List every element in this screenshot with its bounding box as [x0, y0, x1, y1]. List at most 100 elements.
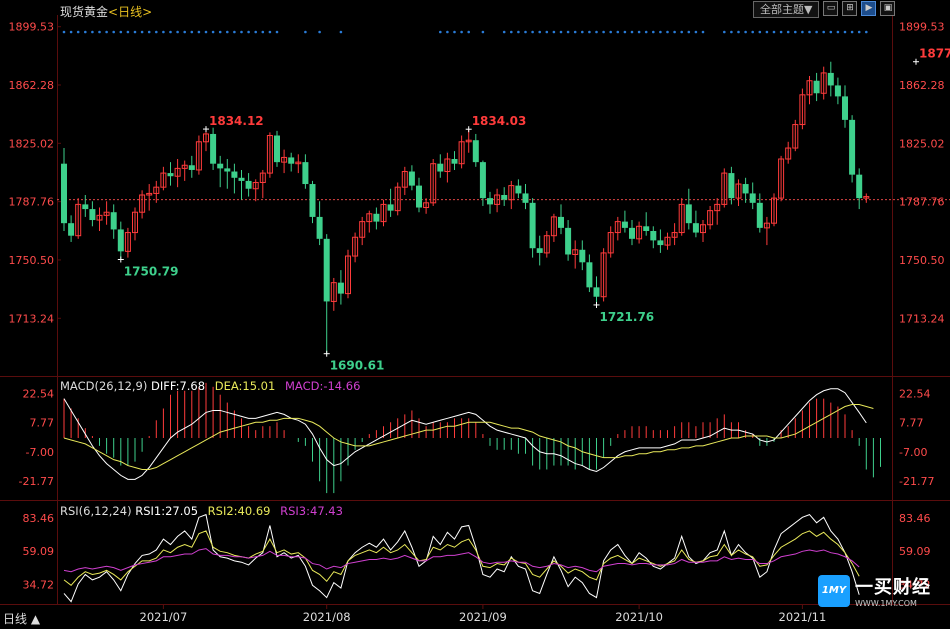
- signal-dot: [744, 30, 747, 34]
- signal-dot: [794, 30, 797, 34]
- candle-body-down: [522, 193, 529, 203]
- signal-dot: [254, 30, 257, 34]
- signal-dot: [339, 30, 343, 34]
- candle-body-down: [288, 157, 295, 164]
- signal-dot: [318, 30, 321, 34]
- rsi-legend: RSI(6,12,24) RSI1:27.05 RSI2:40.69 RSI3:…: [60, 504, 343, 518]
- macd-legend: MACD(26,12,9) DIFF:7.68 DEA:15.01 MACD:-…: [60, 379, 360, 393]
- signal-dot: [566, 30, 570, 34]
- period-label[interactable]: <日线>: [108, 5, 152, 19]
- signal-dot: [183, 30, 186, 34]
- signal-dot: [204, 30, 208, 34]
- signal-dot: [694, 30, 698, 34]
- macd-y-tick-right: -21.77: [899, 475, 934, 488]
- candle-body-down: [387, 204, 394, 211]
- signal-dot: [91, 30, 94, 34]
- signal-dot: [829, 30, 833, 34]
- rsi-y-tick-left: 83.46: [23, 512, 55, 525]
- signal-dot: [76, 30, 80, 34]
- signal-dot: [268, 30, 272, 34]
- signal-dot: [843, 30, 847, 34]
- signal-dot: [836, 30, 840, 34]
- instrument-name: 现货黄金: [60, 5, 109, 19]
- macd-value-label: MACD:-14.66: [284, 379, 361, 393]
- candle-body-down: [408, 171, 415, 186]
- signal-dot: [69, 30, 73, 34]
- x-tick-label: 2021/08: [303, 610, 351, 624]
- fullscreen-icon[interactable]: ▣: [880, 1, 896, 16]
- candle-body-down: [856, 174, 863, 199]
- candle-body-down: [657, 240, 664, 246]
- rsi-y-tick-right: 59.09: [899, 545, 931, 558]
- chart-canvas[interactable]: 1834.12 1750.79 1690.61 1834.03 1721.76 1877.…: [0, 0, 950, 629]
- signal-dot: [467, 30, 471, 34]
- rsi2-label: RSI2:40.69: [207, 504, 271, 518]
- chart-mode-icon[interactable]: ▶: [861, 1, 877, 16]
- candle-body-down: [643, 226, 650, 231]
- rsi-layer: [63, 513, 860, 603]
- y-tick-label-left: 1787.76: [9, 196, 55, 209]
- signal-dot: [304, 30, 307, 34]
- y-tick-label-right: 1787.76: [899, 196, 945, 209]
- signal-dot: [666, 30, 669, 34]
- x-tick-label: 2021/11: [779, 610, 827, 624]
- signal-dot: [815, 30, 818, 34]
- y-tick-label-left: 1713.24: [9, 312, 55, 325]
- period-selector-button[interactable]: 日线 ▲: [3, 610, 40, 627]
- signal-dot: [786, 30, 790, 34]
- candle-body-down: [302, 162, 309, 185]
- candlestick-layer: 1834.12 1750.79 1690.61 1834.03 1721.76 1877.…: [57, 47, 950, 373]
- signal-dot: [552, 30, 556, 34]
- candle-body-down: [451, 159, 458, 164]
- candle-body-down: [756, 202, 763, 228]
- candle-body-down: [82, 204, 89, 210]
- candle-body-down: [813, 80, 820, 94]
- candle-body-down: [217, 163, 224, 169]
- macd-diff-label: DIFF:7.68: [151, 379, 206, 393]
- x-tick-label: 2021/10: [615, 610, 663, 624]
- signal-dot: [446, 30, 449, 34]
- signal-dot: [233, 30, 236, 34]
- signal-dot: [808, 30, 811, 34]
- signal-dot: [865, 30, 868, 34]
- signal-dot: [218, 30, 222, 34]
- signal-dot: [133, 30, 137, 34]
- signal-dot: [630, 30, 634, 34]
- signal-dot: [772, 30, 776, 34]
- candle-body-down: [117, 229, 124, 252]
- candle-body-down: [231, 171, 238, 178]
- candle-body-down: [479, 162, 486, 199]
- candle-body-down: [110, 212, 117, 230]
- signal-dot: [588, 30, 591, 34]
- candle-body-down: [565, 227, 572, 255]
- y-tick-label-left: 1825.02: [9, 137, 55, 150]
- signal-dot: [275, 30, 279, 34]
- minimize-icon[interactable]: ▭: [823, 1, 839, 16]
- signal-dot: [531, 30, 534, 34]
- extreme-label: 1877.15: [919, 47, 950, 61]
- candle-body-down: [167, 173, 174, 177]
- signal-dot: [751, 30, 754, 34]
- signal-dot: [801, 30, 804, 34]
- macd-y-tick-left: 22.54: [23, 388, 55, 401]
- logo-url: WWW.1MY.COM: [855, 599, 917, 608]
- theme-dropdown[interactable]: 全部主题▼: [753, 1, 820, 18]
- extreme-label: 1721.76: [600, 310, 655, 324]
- signal-dot: [197, 30, 201, 34]
- rsi-line-3: [63, 548, 860, 573]
- toolbar: 全部主题▼ ▭ ⊞ ▶ ▣: [753, 1, 896, 18]
- candle-body-down: [849, 119, 856, 175]
- rsi-y-tick-right: 83.46: [899, 512, 931, 525]
- extreme-label: 1834.12: [209, 114, 264, 128]
- grid-view-icon[interactable]: ⊞: [842, 1, 858, 16]
- signal-dot: [538, 30, 541, 34]
- candle-body-down: [834, 85, 841, 97]
- signal-dot: [84, 30, 87, 34]
- signal-dot: [62, 30, 66, 34]
- rsi1-label: RSI1:27.05: [135, 504, 199, 518]
- signal-dot: [573, 30, 577, 34]
- signal-dot: [226, 30, 229, 34]
- candle-body-down: [437, 163, 444, 172]
- signal-dot: [453, 30, 456, 34]
- macd-y-tick-right: 22.54: [899, 388, 931, 401]
